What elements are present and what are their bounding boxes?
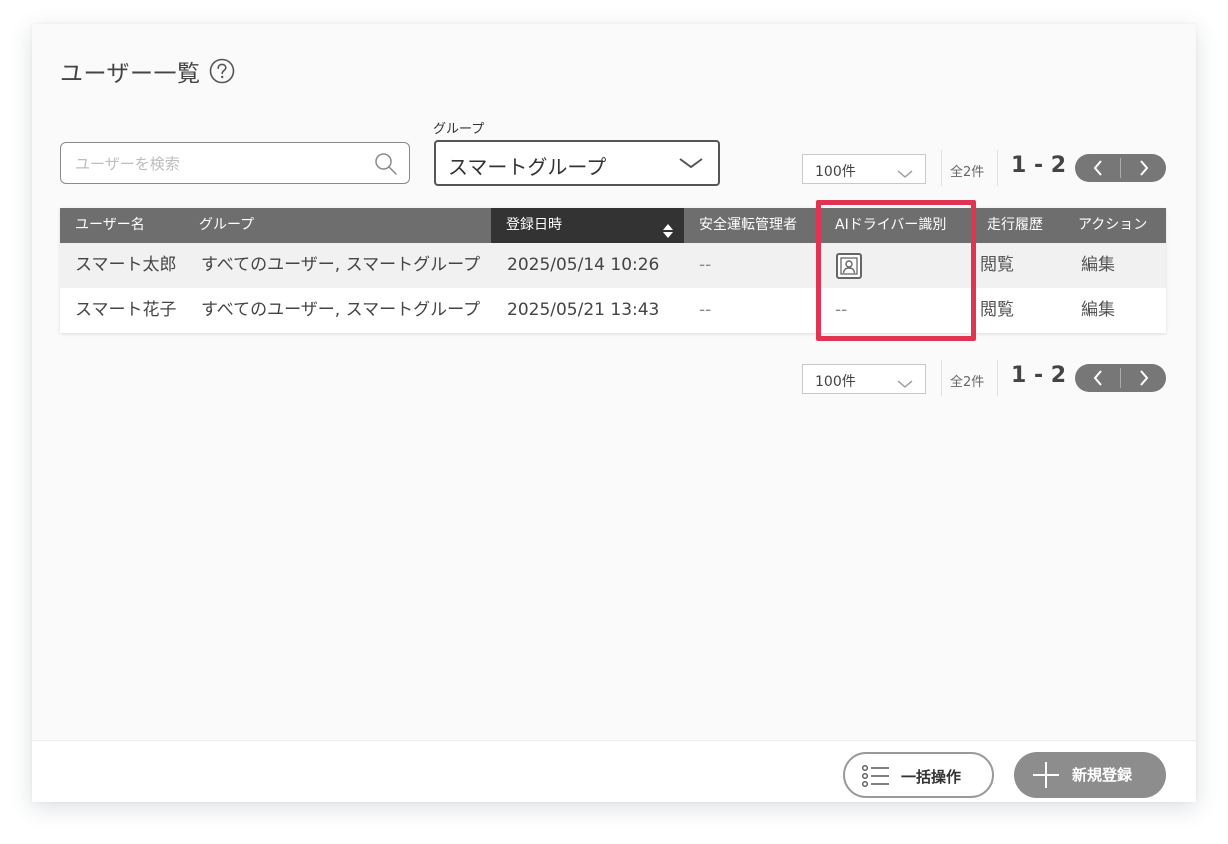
chevron-down-icon — [897, 164, 913, 183]
chevron-right-icon — [1139, 370, 1148, 386]
search-icon[interactable] — [373, 151, 399, 181]
header-username[interactable]: ユーザー名 — [60, 208, 184, 243]
header-ai-driver-id[interactable]: AIドライバー識別 — [820, 208, 972, 243]
table-header: ユーザー名 グループ 登録日時 安全運転管理者 AIドライバー識別 走行履歴 ア… — [60, 208, 1166, 243]
total-count: 全2件 — [950, 165, 985, 180]
header-registered[interactable]: 登録日時 — [491, 208, 684, 243]
prev-page-button[interactable] — [1075, 364, 1120, 392]
total-count: 全2件 — [950, 375, 985, 390]
next-page-button[interactable] — [1121, 364, 1166, 392]
header-history[interactable]: 走行履歴 — [972, 208, 1063, 243]
cell-username: スマート太郎 — [75, 255, 177, 275]
page-title-row: ユーザー一覧 — [60, 54, 235, 88]
divider — [997, 150, 998, 186]
header-registered-label: 登録日時 — [506, 217, 562, 233]
search-box[interactable] — [60, 142, 410, 184]
table-row: スマート太郎 すべてのユーザー, スマートグループ 2025/05/14 10:… — [60, 243, 1166, 288]
cell-registered: 2025/05/21 13:43 — [507, 300, 660, 320]
chevron-left-icon — [1093, 370, 1102, 386]
cell-safety-manager: -- — [699, 300, 712, 320]
footer-bar: 一括操作 新規登録 — [32, 740, 1196, 802]
page-range: 1 - 2 — [1011, 363, 1067, 388]
prev-page-button[interactable] — [1075, 154, 1120, 182]
cell-safety-manager: -- — [699, 255, 712, 275]
group-filter-label: グループ — [433, 122, 485, 137]
page-range: 1 - 2 — [1011, 153, 1067, 178]
new-registration-button[interactable]: 新規登録 — [1014, 752, 1166, 798]
search-input[interactable] — [73, 151, 367, 177]
cell-groups: すべてのユーザー, スマートグループ — [201, 300, 481, 320]
user-list-panel: ユーザー一覧 グループ スマートグループ 100件 — [32, 24, 1196, 802]
bulk-action-button[interactable]: 一括操作 — [843, 752, 994, 798]
cell-username: スマート花子 — [75, 300, 177, 320]
help-icon[interactable] — [209, 58, 235, 84]
header-safety-manager[interactable]: 安全運転管理者 — [684, 208, 820, 243]
cell-registered: 2025/05/14 10:26 — [507, 255, 660, 275]
next-page-button[interactable] — [1121, 154, 1166, 182]
header-group[interactable]: グループ — [184, 208, 491, 243]
table-row: スマート花子 すべてのユーザー, スマートグループ 2025/05/21 13:… — [60, 288, 1166, 333]
group-select-value: スマートグループ — [448, 155, 607, 179]
page-nav — [1075, 154, 1166, 182]
view-history-link[interactable]: 閲覧 — [972, 243, 1063, 288]
new-registration-label: 新規登録 — [1072, 766, 1133, 784]
list-icon — [861, 762, 891, 794]
edit-link[interactable]: 編集 — [1063, 243, 1166, 288]
divider — [941, 360, 942, 396]
chevron-down-icon — [678, 155, 704, 175]
page-title: ユーザー一覧 — [60, 61, 201, 87]
cell-ai-driver-id: -- — [835, 300, 848, 320]
pagination-top: 100件 全2件 1 - 2 — [802, 150, 1166, 186]
bulk-action-label: 一括操作 — [901, 768, 962, 786]
per-page-select[interactable]: 100件 — [802, 364, 926, 394]
header-action: アクション — [1078, 217, 1148, 233]
pagination-bottom: 100件 全2件 1 - 2 — [802, 360, 1166, 396]
per-page-value: 100件 — [815, 374, 856, 390]
chevron-right-icon — [1139, 160, 1148, 176]
per-page-select[interactable]: 100件 — [802, 154, 926, 184]
divider — [997, 360, 998, 396]
cell-groups: すべてのユーザー, スマートグループ — [201, 255, 481, 275]
edit-link[interactable]: 編集 — [1063, 288, 1166, 333]
chevron-left-icon — [1093, 160, 1102, 176]
page-nav — [1075, 364, 1166, 392]
divider — [941, 150, 942, 186]
cell-ai-driver-id — [820, 243, 972, 288]
per-page-value: 100件 — [815, 164, 856, 180]
plus-icon — [1032, 761, 1060, 793]
view-history-link[interactable]: 閲覧 — [972, 288, 1063, 333]
group-select[interactable]: スマートグループ — [434, 140, 720, 186]
user-table: ユーザー名 グループ 登録日時 安全運転管理者 AIドライバー識別 走行履歴 ア… — [60, 208, 1166, 333]
chevron-down-icon — [897, 374, 913, 393]
